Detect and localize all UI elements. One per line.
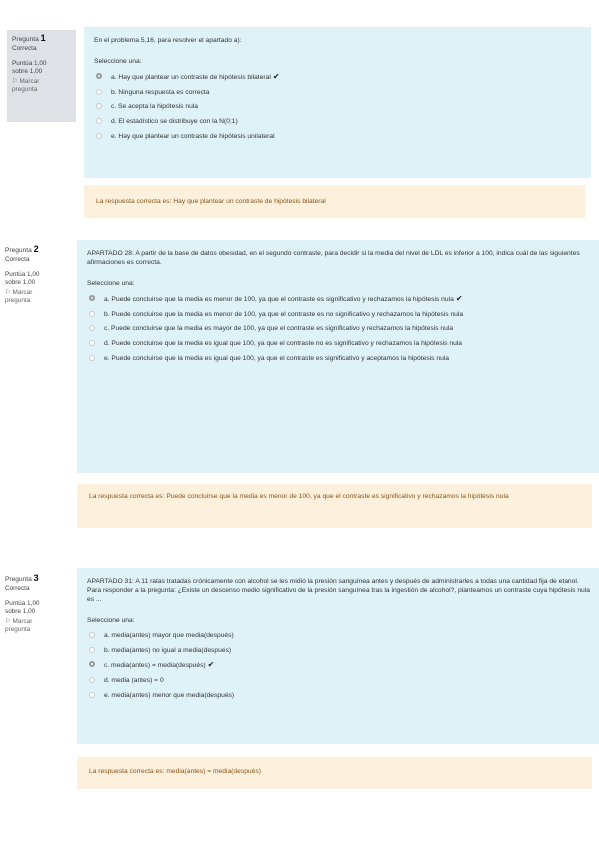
question-state: Correcta	[5, 256, 30, 263]
answer-option[interactable]: a. Hay que plantear un contraste de hipó…	[94, 72, 581, 82]
question-info: Pregunta 3 Correcta Puntúa 1,00 sobre 1,…	[0, 570, 70, 658]
radio[interactable]	[96, 118, 102, 125]
answer-option[interactable]: a. media(antes) mayor que media(después)	[87, 631, 591, 640]
feedback-text: La respuesta correcta es: Puede concluir…	[89, 493, 509, 500]
question-number: Pregunta 1	[12, 33, 46, 44]
radio-selected[interactable]	[96, 72, 102, 79]
radio-selected[interactable]	[89, 294, 95, 301]
feedback-box: La respuesta correcta es: media(antes) =…	[77, 757, 592, 789]
answer-prompt: Seleccione una:	[94, 58, 142, 65]
question-content: APARTADO 28: A partir de la base de dato…	[77, 240, 599, 473]
question-text: En el problema 5.16, para resolver el ap…	[94, 37, 242, 44]
radio[interactable]	[89, 354, 95, 361]
question-number: Pregunta 3	[5, 573, 39, 584]
answer-prompt: Seleccione una:	[87, 280, 135, 287]
answer-prompt: Seleccione una:	[87, 617, 135, 624]
flag-icon: ⚐	[5, 289, 11, 296]
flag-question-link[interactable]: ⚐ Marcar pregunta	[5, 618, 65, 634]
radio-selected[interactable]	[89, 661, 95, 668]
feedback-box: La respuesta correcta es: Puede concluir…	[77, 484, 592, 528]
grade-line: Puntúa 1,00	[5, 271, 40, 278]
radio[interactable]	[89, 631, 95, 638]
radio[interactable]	[96, 88, 102, 95]
answer-option[interactable]: d. El estadístico se distribuye con la N…	[94, 117, 581, 126]
question-state: Correcta	[12, 45, 37, 52]
question-state: Correcta	[5, 585, 30, 592]
radio[interactable]	[89, 325, 95, 332]
question-text: APARTADO 31: A 11 ratas tratadas crónica…	[87, 578, 590, 603]
answer-option[interactable]: d. Puede concluirse que la media es igua…	[87, 339, 591, 348]
answer-option[interactable]: b. Puede concluirse que la media es meno…	[87, 310, 591, 319]
answer-list: a. Hay que plantear un contraste de hipó…	[94, 72, 581, 141]
flag-icon: ⚐	[12, 78, 18, 85]
answer-option[interactable]: a. Puede concluirse que la media es meno…	[87, 294, 591, 304]
feedback-text: La respuesta correcta es: media(antes) =…	[89, 768, 261, 775]
check-icon: ✔	[207, 660, 215, 670]
radio[interactable]	[89, 340, 95, 347]
flag-question-link[interactable]: ⚐ Marcar pregunta	[5, 289, 65, 305]
grade-line: Puntúa 1,00	[5, 600, 40, 607]
radio[interactable]	[96, 132, 102, 139]
radio[interactable]	[89, 310, 95, 317]
question-number: Pregunta 2	[5, 244, 39, 255]
question-content: En el problema 5.16, para resolver el ap…	[84, 27, 591, 178]
answer-option[interactable]: b. Ninguna respuesta es correcta	[94, 88, 581, 97]
answer-option[interactable]: c. Puede concluirse que la media es mayo…	[87, 324, 591, 333]
flag-icon: ⚐	[5, 618, 11, 625]
flag-question-link[interactable]: ⚐ Marcar pregunta	[12, 78, 71, 94]
check-icon: ✔	[272, 71, 280, 81]
radio[interactable]	[89, 691, 95, 698]
answer-option[interactable]: e. Puede concluirse que la media es igua…	[87, 354, 591, 363]
question-text: APARTADO 28: A partir de la base de dato…	[87, 250, 580, 266]
check-icon: ✔	[455, 293, 463, 303]
feedback-box: La respuesta correcta es: Hay que plante…	[84, 185, 585, 218]
answer-option[interactable]: e. media(antes) menor que media(después)	[87, 691, 591, 700]
radio[interactable]	[96, 103, 102, 110]
answer-option[interactable]: d. media (antes) = 0	[87, 676, 591, 685]
answer-option[interactable]: c. media(antes) = media(después) ✔	[87, 660, 591, 670]
question-info: Pregunta 2 Correcta Puntúa 1,00 sobre 1,…	[0, 241, 70, 329]
answer-list: a. Puede concluirse que la media es meno…	[87, 294, 591, 363]
feedback-text: La respuesta correcta es: Hay que plante…	[96, 198, 326, 205]
grade-line: Puntúa 1,00	[12, 60, 47, 67]
answer-list: a. media(antes) mayor que media(después)…	[87, 631, 591, 700]
question-content: APARTADO 31: A 11 ratas tratadas crónica…	[77, 568, 599, 744]
grade-line: sobre 1,00	[5, 279, 36, 286]
answer-option[interactable]: c. Se acepta la hipótesis nula	[94, 102, 581, 111]
question-info: Pregunta 1 Correcta Puntúa 1,00 sobre 1,…	[7, 30, 76, 122]
grade-line: sobre 1,00	[12, 68, 43, 75]
answer-option[interactable]: e. Hay que plantear un contraste de hipó…	[94, 132, 581, 141]
answer-option[interactable]: b. media(antes) no igual a media(después…	[87, 646, 591, 655]
radio[interactable]	[89, 677, 95, 684]
grade-line: sobre 1,00	[5, 608, 36, 615]
radio[interactable]	[89, 646, 95, 653]
